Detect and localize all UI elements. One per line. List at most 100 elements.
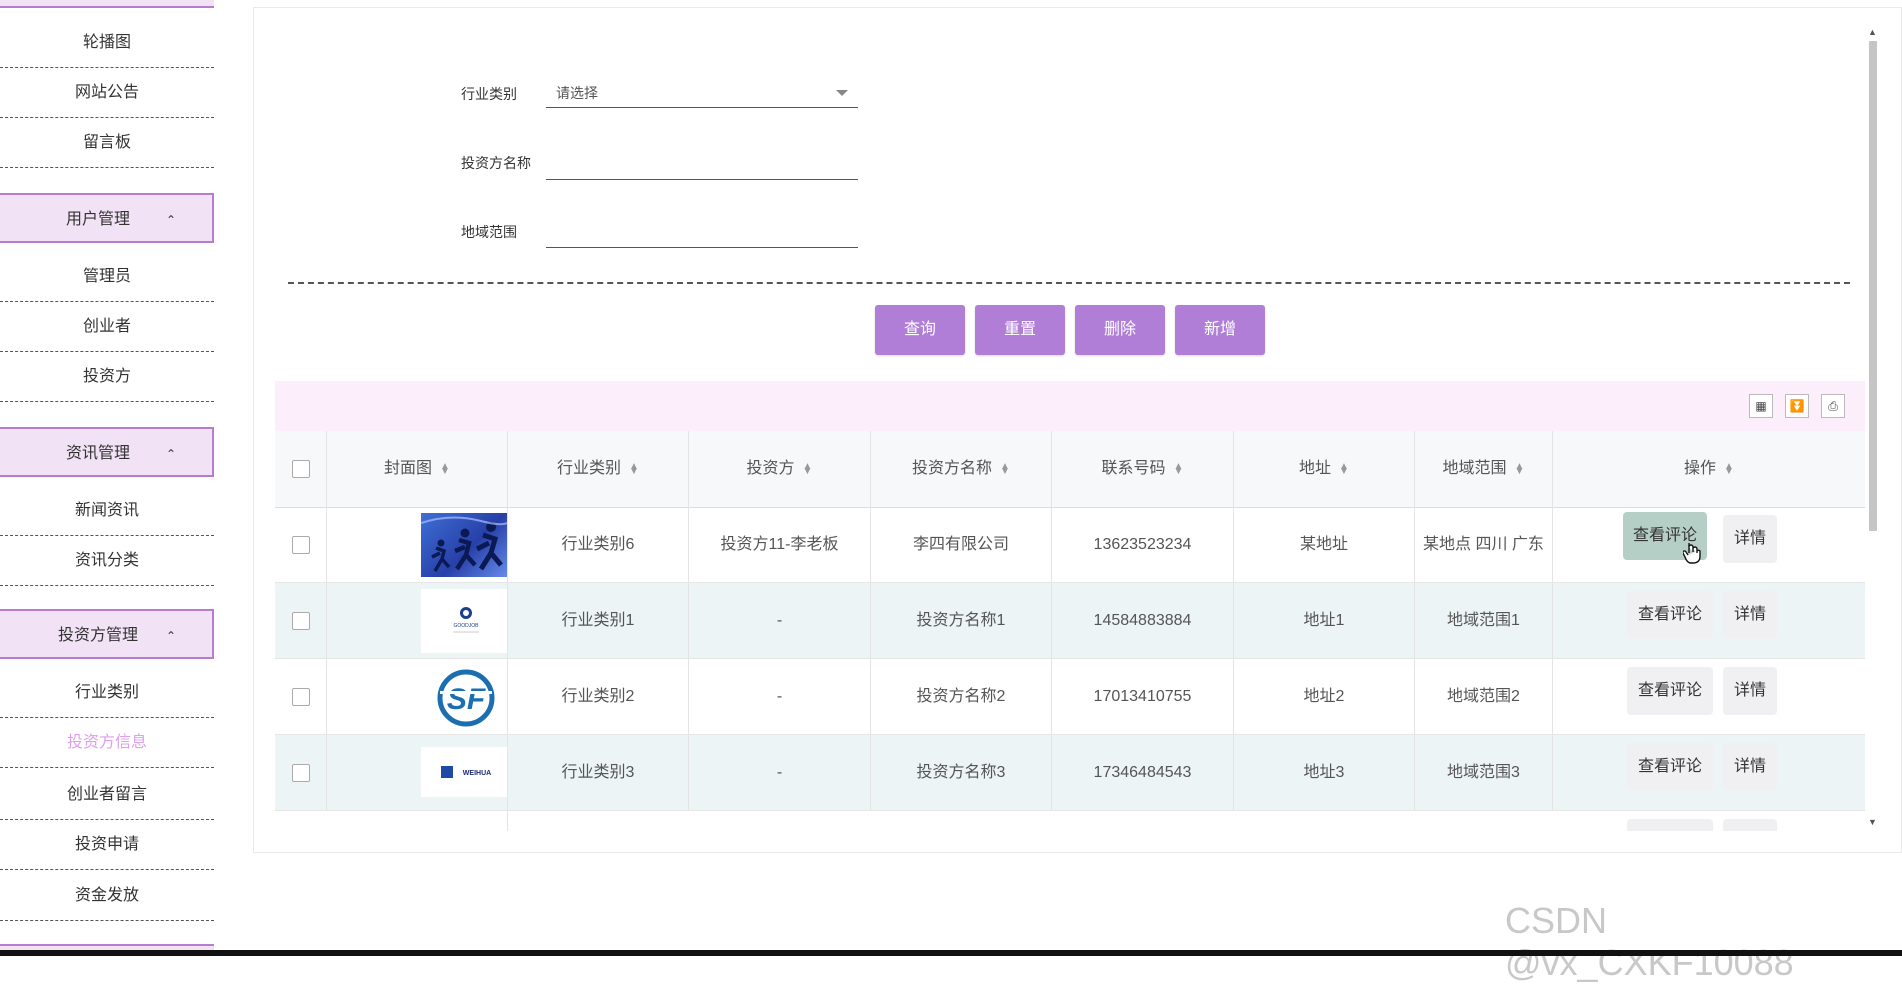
investor-name-cell: 投资方名称2 bbox=[871, 659, 1052, 735]
row-select-cell bbox=[275, 659, 327, 735]
address-cell: 地址2 bbox=[1234, 659, 1415, 735]
cover-cell bbox=[327, 507, 508, 583]
sidebar-group-news-management[interactable]: 资讯管理 ⌃ bbox=[0, 427, 214, 477]
header-address[interactable]: 地址 ▲ ▼ bbox=[1234, 431, 1415, 507]
sidebar-item-admins[interactable]: 管理员 bbox=[0, 252, 214, 302]
sidebar-item-announcements[interactable]: 网站公告 bbox=[0, 68, 214, 118]
export-icon[interactable]: ⏬ bbox=[1785, 394, 1809, 418]
actions-cell: 查看评论 详情 bbox=[1553, 659, 1865, 735]
table-row[interactable]: WEIHUA 行业类别3 - 投资方名称3 17346484543 地址3 地域… bbox=[275, 735, 1865, 811]
weihua-logo[interactable]: WEIHUA bbox=[421, 747, 507, 797]
row-checkbox[interactable] bbox=[291, 687, 310, 706]
bottom-edge bbox=[0, 950, 1902, 956]
sort-icon: ▲ ▼ bbox=[1724, 460, 1734, 477]
row-select-cell bbox=[275, 583, 327, 659]
details-button[interactable]: 详情 bbox=[1723, 743, 1777, 791]
sidebar-item-industry-categories[interactable]: 行业类别 bbox=[0, 668, 214, 718]
sf-logo[interactable]: SF bbox=[421, 665, 507, 729]
header-investor[interactable]: 投资方 ▲ ▼ bbox=[689, 431, 871, 507]
sidebar-item-carousel[interactable]: 轮播图 bbox=[0, 18, 214, 68]
phone-cell: 17013410755 bbox=[1052, 659, 1234, 735]
row-select-cell bbox=[275, 507, 327, 583]
form-divider bbox=[288, 282, 1850, 284]
row-checkbox[interactable] bbox=[291, 535, 310, 554]
columns-icon[interactable]: ▦ bbox=[1749, 394, 1773, 418]
query-button[interactable]: 查询 bbox=[875, 305, 965, 355]
print-icon[interactable]: ⎙ bbox=[1821, 394, 1845, 418]
details-button[interactable] bbox=[1723, 819, 1777, 831]
partial-cover-image[interactable] bbox=[421, 815, 507, 831]
actions-cell: 查看评论 详情 bbox=[1553, 735, 1865, 811]
sidebar-item-investment-applications[interactable]: 投资申请 bbox=[0, 820, 214, 870]
scroll-down-icon[interactable]: ▼ bbox=[1868, 817, 1877, 827]
view-comments-button[interactable]: 查看评论 bbox=[1627, 667, 1713, 715]
weihua-logo-text: WEIHUA bbox=[463, 770, 491, 777]
header-investor-name[interactable]: 投资方名称 ▲ ▼ bbox=[871, 431, 1052, 507]
view-comments-button[interactable]: 查看评论 bbox=[1627, 743, 1713, 791]
industry-select[interactable]: 请选择 bbox=[546, 76, 858, 108]
caret-down-icon bbox=[836, 90, 848, 96]
details-button[interactable]: 详情 bbox=[1723, 515, 1777, 563]
table-toolbar: ▦ ⏬ ⎙ bbox=[275, 381, 1865, 431]
sort-icon: ▲ ▼ bbox=[802, 460, 813, 477]
sidebar-item-news-categories[interactable]: 资讯分类 bbox=[0, 536, 214, 586]
row-checkbox[interactable] bbox=[291, 763, 310, 782]
cover-cell: GOODJOB bbox=[327, 583, 508, 659]
cover-cell bbox=[327, 811, 508, 831]
industry-cell: 行业类别6 bbox=[508, 507, 689, 583]
header-label: 投资方 bbox=[746, 460, 795, 477]
select-all-checkbox[interactable] bbox=[291, 459, 310, 478]
view-comments-button[interactable] bbox=[1627, 819, 1713, 831]
scroll-thumb[interactable] bbox=[1869, 41, 1877, 531]
investor-name-cell: 李四有限公司 bbox=[871, 507, 1052, 583]
vertical-scrollbar[interactable]: ▲ ▼ bbox=[1865, 27, 1881, 833]
add-button[interactable]: 新增 bbox=[1175, 305, 1265, 355]
sidebar-item-message-board[interactable]: 留言板 bbox=[0, 118, 214, 168]
sort-icon: ▲ ▼ bbox=[1173, 460, 1184, 477]
header-region[interactable]: 地域范围 ▲ ▼ bbox=[1415, 431, 1553, 507]
sidebar: 轮播图 网站公告 留言板 用户管理 ⌃ 管理员 创业者 投资方 资讯管理 ⌃ 新… bbox=[0, 0, 214, 956]
table-row[interactable] bbox=[275, 811, 1865, 831]
sidebar-item-fund-disbursement[interactable]: 资金发放 bbox=[0, 871, 214, 921]
sidebar-item-investor-info[interactable]: 投资方信息 bbox=[0, 718, 214, 768]
header-label: 地址 bbox=[1299, 460, 1332, 477]
industry-select-placeholder: 请选择 bbox=[556, 85, 598, 101]
runners-image[interactable] bbox=[421, 513, 507, 577]
sidebar-group-investor-management[interactable]: 投资方管理 ⌃ bbox=[0, 609, 214, 659]
investor-name-cell: 投资方名称1 bbox=[871, 583, 1052, 659]
table-row[interactable]: GOODJOB 行业类别1 - 投资方名称1 14584883884 地址1 地… bbox=[275, 583, 1865, 659]
row-checkbox[interactable] bbox=[291, 611, 310, 630]
sort-icon: ▲ ▼ bbox=[1339, 460, 1349, 477]
address-cell: 地址3 bbox=[1234, 735, 1415, 811]
header-label: 投资方名称 bbox=[912, 460, 993, 477]
header-label: 联系号码 bbox=[1101, 460, 1166, 477]
sort-icon: ▲ ▼ bbox=[1000, 460, 1010, 477]
delete-button[interactable]: 删除 bbox=[1075, 305, 1165, 355]
table-row[interactable]: 行业类别6 投资方11-李老板 李四有限公司 13623523234 某地址 某… bbox=[275, 507, 1865, 583]
chevron-up-icon: ⌃ bbox=[166, 629, 177, 643]
industry-label: 行业类别 bbox=[461, 86, 517, 102]
header-label: 行业类别 bbox=[557, 460, 622, 477]
investor-cell: - bbox=[689, 583, 871, 659]
details-button[interactable]: 详情 bbox=[1723, 667, 1777, 715]
scroll-up-icon[interactable]: ▲ bbox=[1868, 27, 1877, 37]
header-phone[interactable]: 联系号码 ▲ ▼ bbox=[1052, 431, 1234, 507]
header-actions[interactable]: 操作 ▲ ▼ bbox=[1553, 431, 1865, 507]
sidebar-item-investors[interactable]: 投资方 bbox=[0, 352, 214, 402]
sidebar-item-news[interactable]: 新闻资讯 bbox=[0, 486, 214, 536]
goodjob-logo[interactable]: GOODJOB bbox=[421, 589, 507, 653]
region-cell: 地域范围2 bbox=[1415, 659, 1553, 735]
sidebar-group-user-management[interactable]: 用户管理 ⌃ bbox=[0, 193, 214, 243]
investor-name-input[interactable] bbox=[546, 148, 858, 180]
region-input[interactable] bbox=[546, 216, 858, 248]
header-industry[interactable]: 行业类别 ▲ ▼ bbox=[508, 431, 689, 507]
svg-text:SF: SF bbox=[447, 683, 486, 716]
table-row[interactable]: SF 行业类别2 - 投资方名称2 17013410755 地址2 地域范围2 … bbox=[275, 659, 1865, 735]
actions-cell: 查看评论 详情 bbox=[1553, 507, 1865, 583]
sidebar-item-entrepreneurs[interactable]: 创业者 bbox=[0, 302, 214, 352]
reset-button[interactable]: 重置 bbox=[975, 305, 1065, 355]
header-cover[interactable]: 封面图 ▲ ▼ bbox=[327, 431, 508, 507]
sidebar-item-entrepreneur-messages[interactable]: 创业者留言 bbox=[0, 770, 214, 820]
details-button[interactable]: 详情 bbox=[1723, 591, 1777, 639]
view-comments-button[interactable]: 查看评论 bbox=[1627, 591, 1713, 639]
